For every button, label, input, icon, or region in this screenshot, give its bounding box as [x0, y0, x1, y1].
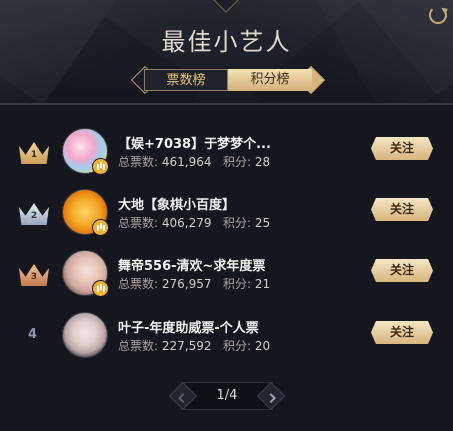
tab-votes[interactable]: 票数榜 [144, 69, 228, 91]
votes-value: 276,957 [161, 277, 212, 291]
ranking-panel: 最佳小艺人 票数榜 积分榜 1 【娱+7038】于梦梦个... 总票数: 461… [0, 0, 453, 431]
votes-value: 461,964 [161, 155, 212, 169]
follow-button[interactable]: 关注 [371, 259, 433, 282]
rank-number: 1 [30, 150, 38, 160]
points-label: 积分: [222, 277, 251, 291]
votes-value: 227,592 [161, 339, 212, 353]
stats-line: 总票数: 406,279 积分: 25 [118, 214, 270, 231]
points-label: 积分: [222, 155, 251, 169]
follow-button[interactable]: 关注 [371, 321, 433, 344]
list-item: 3 舞帝556-清欢~求年度票 总票数: 276,957 积分: 21 关注 [0, 250, 453, 312]
follow-button[interactable]: 关注 [371, 198, 433, 221]
page-indicator: 1/4 [216, 388, 238, 403]
level-badge-icon [92, 219, 109, 236]
points-label: 积分: [222, 216, 251, 230]
artist-name[interactable]: 舞帝556-清欢~求年度票 [118, 255, 288, 274]
rank-number: 4 [28, 327, 38, 342]
artist-name[interactable]: 大地【象棋小百度】 [118, 194, 288, 213]
votes-label: 总票数: [118, 339, 159, 353]
bronze-crown-icon: 3 [19, 264, 49, 286]
points-value: 21 [254, 277, 271, 291]
follow-button[interactable]: 关注 [371, 137, 433, 160]
top-notch-ornament [213, 0, 239, 13]
points-label: 积分: [222, 339, 251, 353]
list-item: 1 【娱+7038】于梦梦个... 总票数: 461,964 积分: 28 关注 [0, 128, 453, 190]
divider [0, 103, 453, 105]
refresh-icon[interactable] [429, 6, 447, 24]
list-item: 2 大地【象棋小百度】 总票数: 406,279 积分: 25 关注 [0, 189, 453, 251]
stats-line: 总票数: 227,592 积分: 20 [118, 337, 270, 354]
points-value: 28 [254, 155, 271, 169]
stats-line: 总票数: 276,957 积分: 21 [118, 275, 270, 292]
stats-line: 总票数: 461,964 积分: 28 [118, 153, 270, 170]
votes-label: 总票数: [118, 155, 159, 169]
page-title: 最佳小艺人 [161, 28, 292, 56]
header: 最佳小艺人 票数榜 积分榜 [0, 0, 453, 103]
pagination: 1/4 [168, 381, 286, 411]
artist-name[interactable]: 叶子-年度助威票-个人票 [118, 317, 288, 336]
silver-crown-icon: 2 [19, 203, 49, 225]
tab-bar: 票数榜 积分榜 [130, 65, 326, 95]
level-badge-icon [92, 158, 109, 175]
tab-points[interactable]: 积分榜 [228, 69, 312, 91]
list-item: 4 叶子-年度助威票-个人票 总票数: 227,592 积分: 20 关注 [0, 312, 453, 374]
gold-crown-icon: 1 [19, 142, 49, 164]
artist-name[interactable]: 【娱+7038】于梦梦个... [118, 133, 288, 152]
rank-number: 3 [30, 272, 38, 282]
avatar[interactable] [62, 312, 108, 358]
rank-number: 2 [30, 211, 38, 221]
points-value: 25 [254, 216, 271, 230]
votes-value: 406,279 [161, 216, 212, 230]
points-value: 20 [254, 339, 271, 353]
votes-label: 总票数: [118, 277, 159, 291]
level-badge-icon [92, 280, 109, 297]
votes-label: 总票数: [118, 216, 159, 230]
